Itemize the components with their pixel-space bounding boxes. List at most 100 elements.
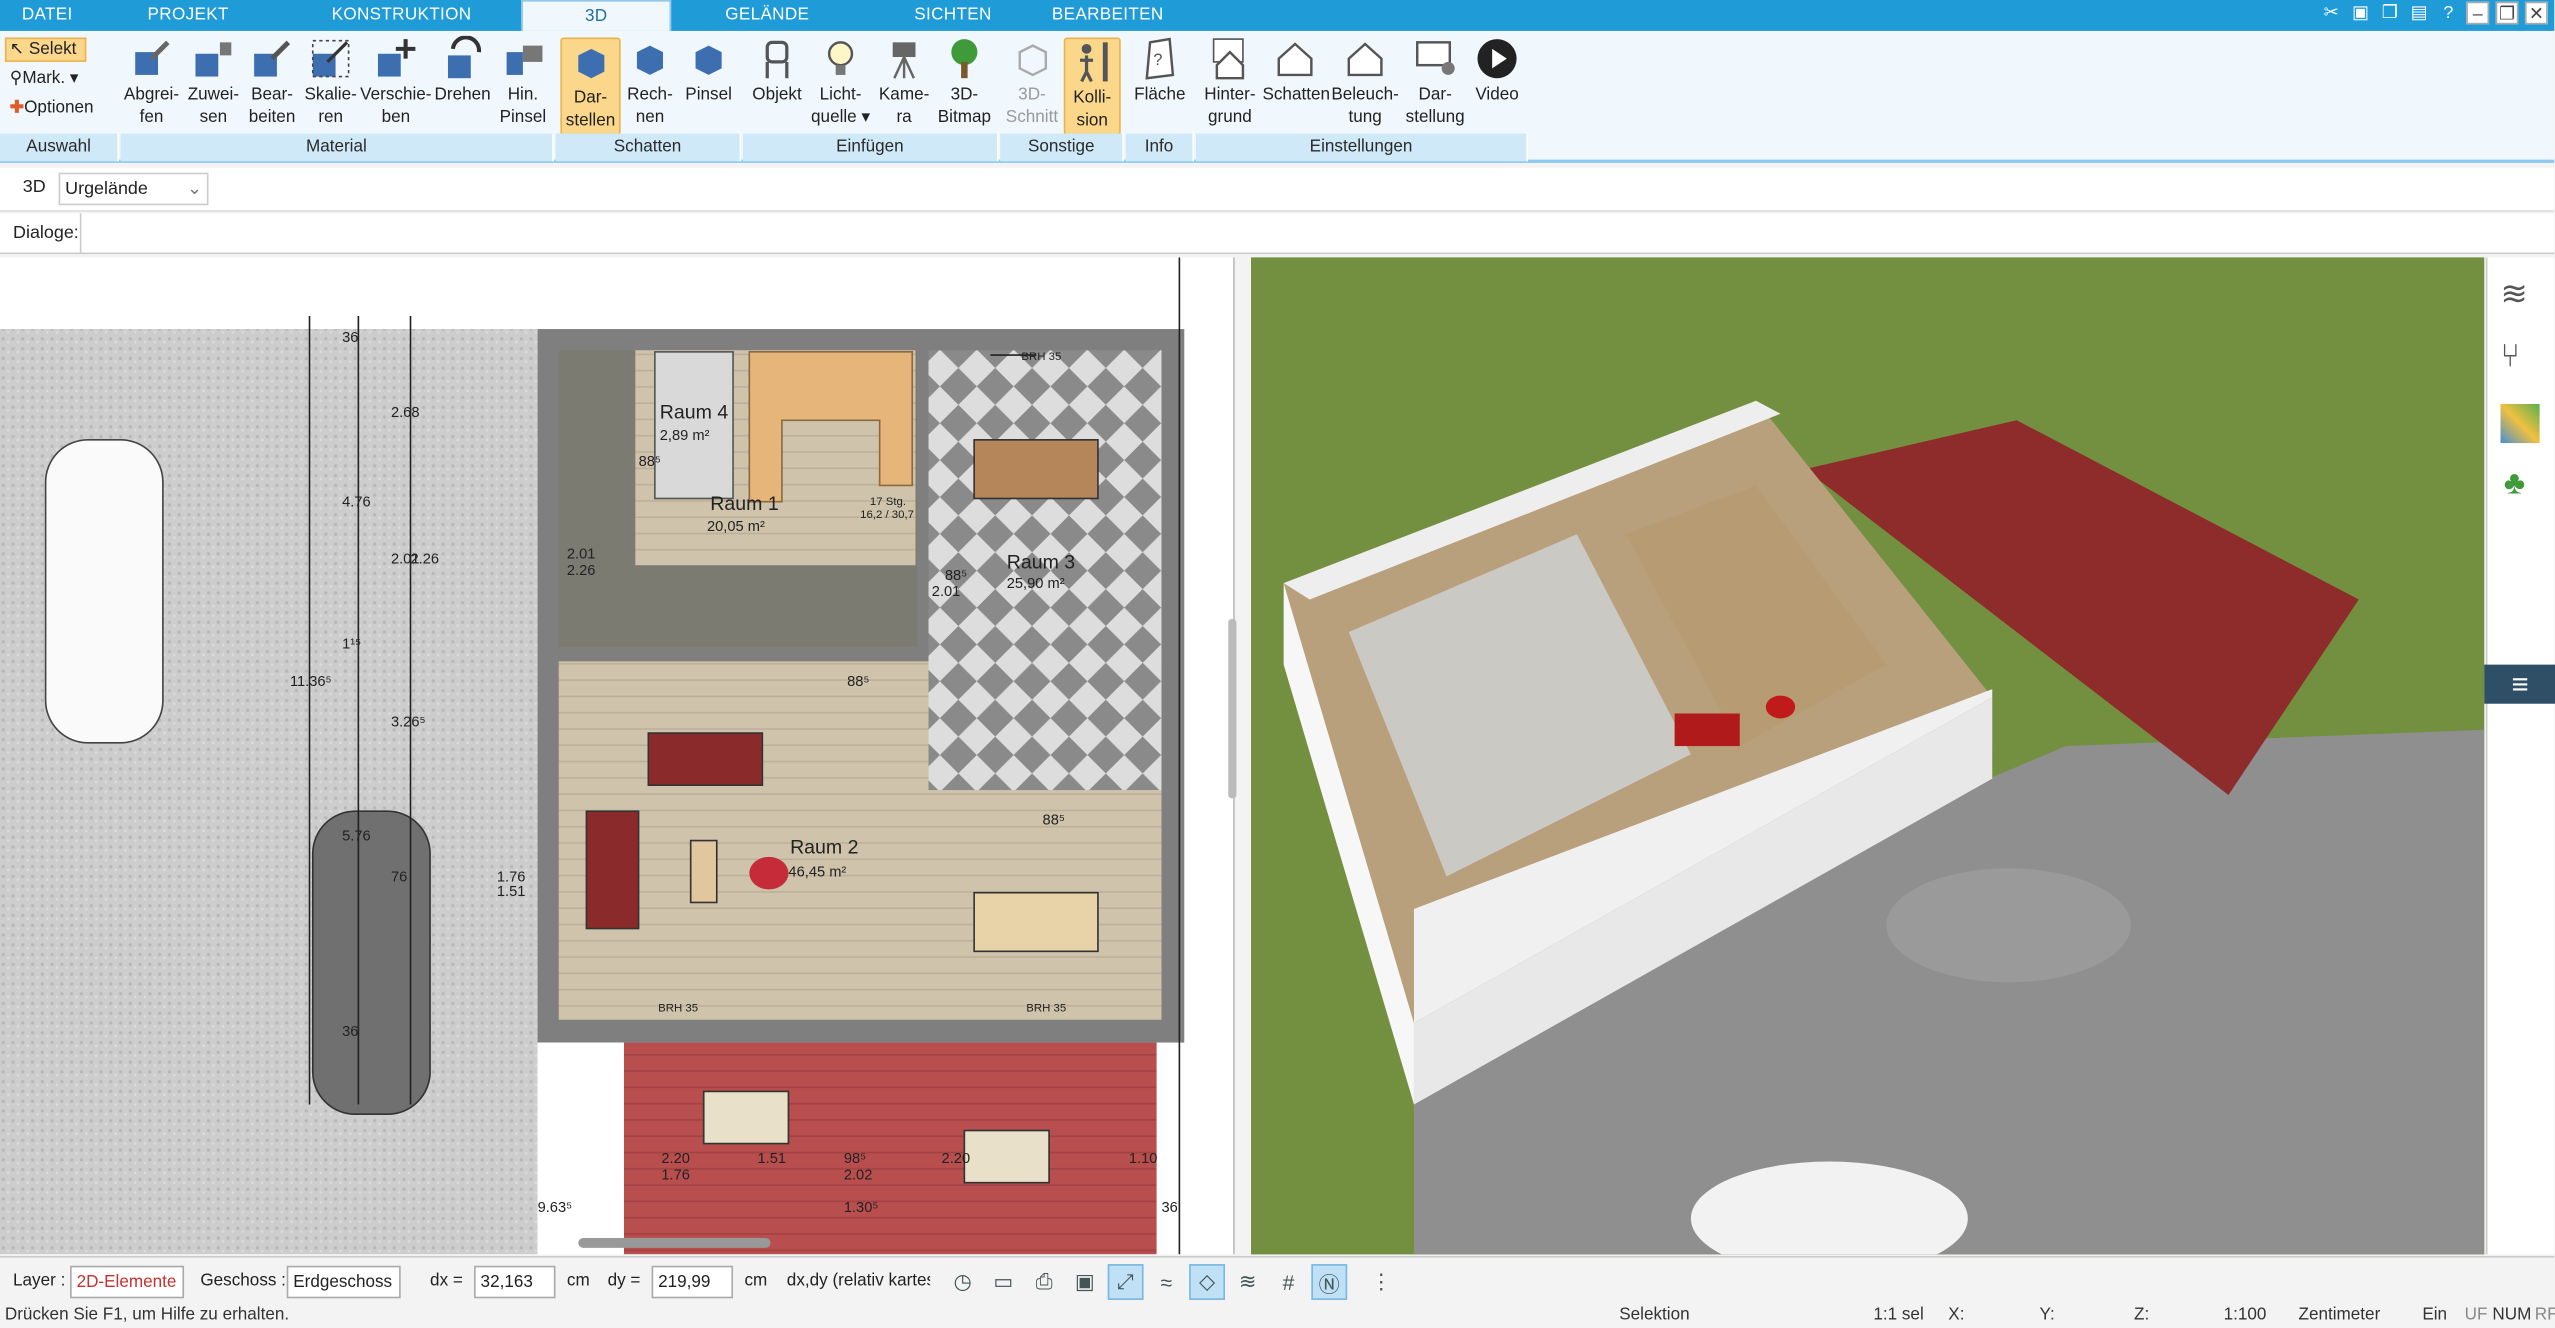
- objekt-button[interactable]: Objekt: [746, 36, 808, 107]
- 3d-label: 3D: [22, 177, 46, 198]
- minimize-button[interactable]: –: [2466, 1, 2490, 24]
- 3d-schnitt-button[interactable]: 3D- Schnitt: [1002, 36, 1062, 129]
- window-controls: ✂ ▣ ❐ ▤ ? – ❐ ✕: [2320, 1, 2548, 25]
- room-name: Raum 1: [710, 491, 779, 515]
- material-icon[interactable]: [2500, 403, 2540, 444]
- uf-status: UF: [2464, 1304, 2488, 1325]
- beleuchtung-button[interactable]: Beleuch-tung: [1329, 36, 1401, 129]
- app-icon[interactable]: ▣: [2349, 2, 2372, 25]
- flaeche-button[interactable]: ? Fläche: [1127, 36, 1192, 107]
- video-button[interactable]: Video: [1468, 36, 1527, 107]
- kamera-button[interactable]: Kame-ra: [873, 36, 935, 129]
- room-area: 46,45 m²: [788, 863, 847, 880]
- dy-label: dy =: [607, 1270, 641, 1291]
- layers-small-icon[interactable]: ≋: [1230, 1264, 1266, 1300]
- coordinate-mode-select[interactable]: dx,dy (relativ kartesisch): [782, 1266, 930, 1299]
- layer-select[interactable]: 2D-Elemente: [70, 1265, 185, 1299]
- schatten-pinsel-button[interactable]: Pinsel: [679, 36, 738, 107]
- schatten-einstellung-button[interactable]: Schatten: [1262, 36, 1330, 107]
- selekt-button[interactable]: ↖ Selekt: [4, 37, 87, 62]
- bearbeiten-button[interactable]: Bear-beiten: [243, 36, 302, 129]
- menu-icon[interactable]: ≡: [2484, 664, 2555, 704]
- layout-icon[interactable]: ▤: [2408, 2, 2431, 25]
- dx-input[interactable]: 32,163: [474, 1265, 556, 1299]
- optionen-button[interactable]: ✚Optionen: [10, 98, 94, 118]
- tab-bearbeiten[interactable]: BEARBEITEN: [1043, 0, 1173, 31]
- tab-datei[interactable]: DATEI: [0, 0, 94, 31]
- skalieren-button[interactable]: Skalie-ren: [301, 36, 360, 129]
- vertical-scrollbar[interactable]: [1228, 619, 1237, 799]
- copy-icon[interactable]: ❐: [2378, 2, 2401, 25]
- more-icon[interactable]: ⋮: [1363, 1264, 1399, 1300]
- house-shadow-icon: [1277, 42, 1313, 77]
- horizontal-scrollbar[interactable]: [578, 1238, 771, 1248]
- group-info: Info: [1125, 133, 1195, 162]
- tab-sichten[interactable]: SICHTEN: [863, 0, 1042, 31]
- rechnen-button[interactable]: Rech-nen: [621, 36, 680, 129]
- room-area: 20,05 m²: [706, 518, 765, 535]
- dx-label: dx =: [430, 1270, 463, 1291]
- floor-plan-view[interactable]: Raum 4 2,89 m² Raum 1 20,05 m² Raum 3 25…: [0, 257, 1235, 1255]
- restore-button[interactable]: ❐: [2495, 1, 2519, 24]
- dimension-label: 36: [1161, 1198, 1178, 1216]
- chevron-down-icon: ⌄: [186, 179, 202, 199]
- dimension-label: 11.36⁵: [289, 672, 332, 690]
- tools-icon[interactable]: ✂: [2320, 2, 2343, 25]
- tab-projekt[interactable]: PROJEKT: [94, 0, 281, 31]
- paint-icon[interactable]: ▣: [1067, 1264, 1103, 1300]
- north-icon[interactable]: Ⓝ: [1311, 1264, 1348, 1300]
- dialoge-bar: Dialoge:: [0, 213, 2555, 255]
- cube-shadow-icon: [577, 48, 604, 79]
- close-button[interactable]: ✕: [2524, 1, 2548, 24]
- selektion-status: Selektion: [1619, 1304, 1690, 1325]
- drehen-button[interactable]: Drehen: [432, 35, 494, 107]
- dimension-label: 88⁵: [638, 452, 661, 470]
- clock-icon[interactable]: ◷: [945, 1264, 981, 1300]
- plus-icon: ✚: [9, 97, 25, 118]
- kollision-button[interactable]: Kolli-sion: [1063, 37, 1121, 136]
- hin-pinsel-button[interactable]: Hin. Pinsel: [494, 36, 553, 129]
- dy-input[interactable]: 219,99: [651, 1265, 734, 1299]
- calc-shadow-icon: [636, 45, 664, 75]
- abgreifen-button[interactable]: Abgrei-fen: [121, 36, 183, 129]
- 3d-bitmap-button[interactable]: 3D- Bitmap: [935, 36, 994, 129]
- tab-konstruktion[interactable]: KONSTRUKTION: [282, 0, 521, 31]
- dimension-label: 76: [390, 868, 408, 885]
- snap-icon[interactable]: ⤢: [1107, 1264, 1144, 1300]
- zuweisen-button[interactable]: Zuwei-sen: [184, 36, 243, 129]
- print-icon[interactable]: ⎙: [1026, 1264, 1062, 1300]
- 3d-scene: [1251, 257, 2485, 1255]
- area-info-icon: ?: [1145, 37, 1175, 80]
- monitor-settings-icon: [1416, 41, 1455, 75]
- tab-3d[interactable]: 3D: [521, 0, 672, 31]
- verschieben-button[interactable]: Verschie-ben: [360, 36, 432, 129]
- lightbulb-icon: [827, 41, 854, 75]
- background-icon: [1212, 38, 1245, 80]
- grid-icon[interactable]: #: [1271, 1264, 1307, 1300]
- help-icon[interactable]: ?: [2437, 2, 2460, 25]
- dimension-label: 2.20: [661, 1150, 690, 1167]
- dimension-label: 2.26: [410, 550, 440, 567]
- house-light-icon: [1347, 42, 1383, 77]
- layer-label: Layer :: [13, 1270, 66, 1291]
- schatten-darstellen-button[interactable]: Dar-stellen: [560, 37, 621, 136]
- terrain-select[interactable]: Urgelände ⌄: [58, 172, 209, 206]
- dimension-label: 2.02: [843, 1166, 873, 1183]
- chair-icon[interactable]: ⑂: [2501, 339, 2521, 376]
- help-text: Drücken Sie F1, um Hilfe zu erhalten.: [4, 1304, 290, 1325]
- z-coordinate: Z:: [2133, 1304, 2150, 1325]
- plane-icon[interactable]: ◇: [1189, 1264, 1226, 1300]
- mark-button[interactable]: ⚲Mark. ▾: [10, 68, 79, 88]
- layers-icon[interactable]: ≋: [2501, 274, 2528, 315]
- geschoss-select[interactable]: Erdgeschoss: [286, 1265, 401, 1299]
- wave-icon[interactable]: ≈: [1148, 1264, 1184, 1300]
- dimension-label: 88⁵: [847, 672, 870, 690]
- 3d-view[interactable]: [1251, 257, 2485, 1255]
- darstellung-button[interactable]: Dar-stellung: [1403, 36, 1468, 129]
- tab-gelaende[interactable]: GELÄNDE: [671, 0, 863, 31]
- tree-icon[interactable]: ♣: [2504, 466, 2525, 503]
- ribbon: ↖ Selekt ⚲Mark. ▾ ✚Optionen Auswahl Abgr…: [0, 30, 2555, 163]
- lichtquelle-button[interactable]: Licht-quelle ▾: [810, 36, 872, 129]
- monitor-icon[interactable]: ▭: [986, 1264, 1022, 1300]
- hintergrund-button[interactable]: Hinter-grund: [1197, 36, 1262, 129]
